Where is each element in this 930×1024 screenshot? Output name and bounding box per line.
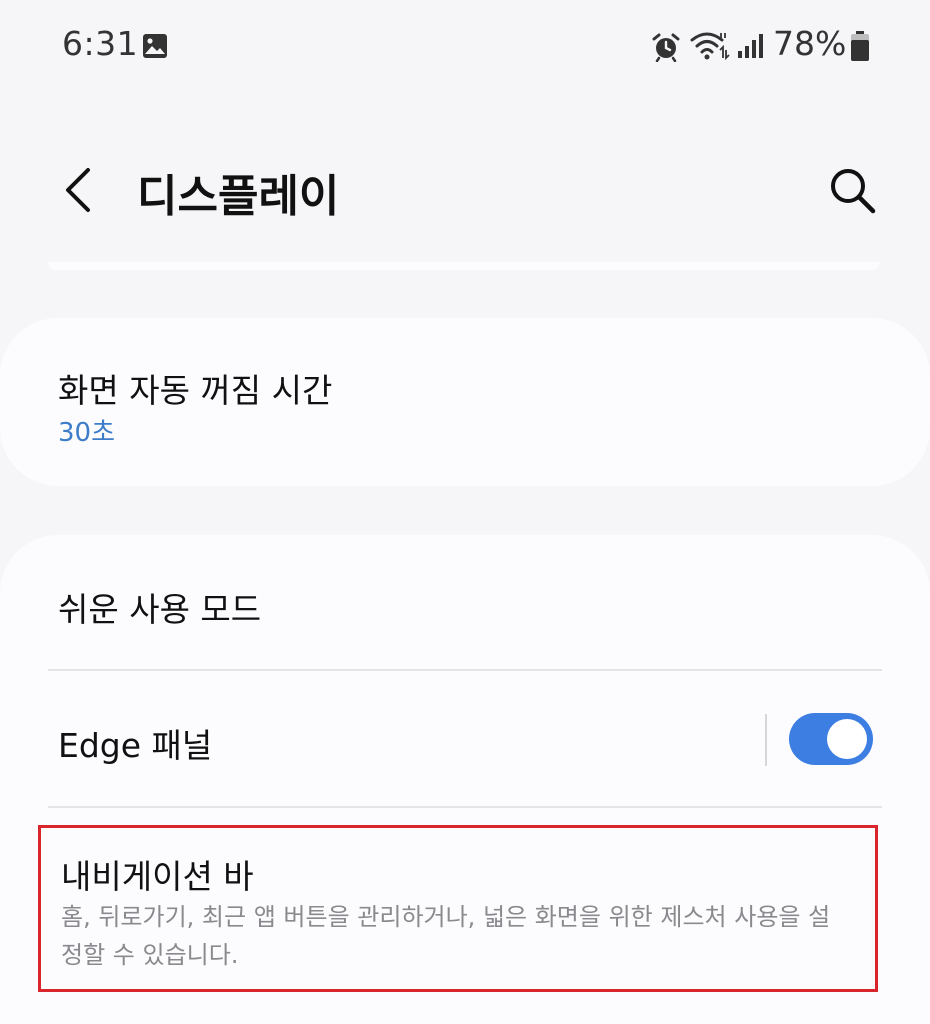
edge-panels-item[interactable]: Edge 패널 (0, 671, 750, 806)
navigation-bar-description: 홈, 뒤로가기, 최근 앱 버튼을 관리하거나, 넓은 화면을 위한 제스처 사… (61, 903, 831, 969)
search-button[interactable] (820, 158, 884, 222)
easy-mode-title: 쉬운 사용 모드 (58, 590, 262, 629)
alarm-icon (652, 33, 680, 62)
divider (48, 806, 882, 808)
search-icon (831, 169, 876, 214)
screen-timeout-card: 화면 자동 꺼짐 시간 30초 (0, 318, 930, 486)
battery-percent: 78% (773, 24, 847, 63)
toggle-separator (765, 714, 767, 766)
page-title: 디스플레이 (137, 171, 340, 222)
battery-icon (851, 31, 869, 61)
previous-card-edge (48, 262, 880, 270)
back-button[interactable] (52, 158, 108, 222)
screen-timeout-title: 화면 자동 꺼짐 시간 (58, 371, 333, 410)
navigation-bar-item[interactable]: 내비게이션 바 홈, 뒤로가기, 최근 앱 버튼을 관리하거나, 넓은 화면을 … (38, 825, 878, 992)
gallery-icon (143, 34, 167, 58)
screen-timeout-item[interactable]: 화면 자동 꺼짐 시간 30초 (0, 318, 930, 486)
app-bar: 디스플레이 (0, 140, 930, 240)
signal-icon (738, 34, 763, 58)
chevron-left-icon (66, 168, 90, 212)
status-bar: 6:31 78% (0, 0, 930, 96)
toggle-knob (827, 719, 867, 759)
easy-mode-item[interactable]: 쉬운 사용 모드 (0, 535, 930, 669)
screen-timeout-value: 30초 (58, 418, 116, 448)
edge-panels-title: Edge 패널 (58, 726, 213, 765)
status-time: 6:31 (62, 24, 139, 63)
wifi-icon (690, 32, 730, 61)
navigation-bar-title: 내비게이션 바 (61, 857, 254, 896)
edge-panels-toggle[interactable] (789, 713, 873, 765)
